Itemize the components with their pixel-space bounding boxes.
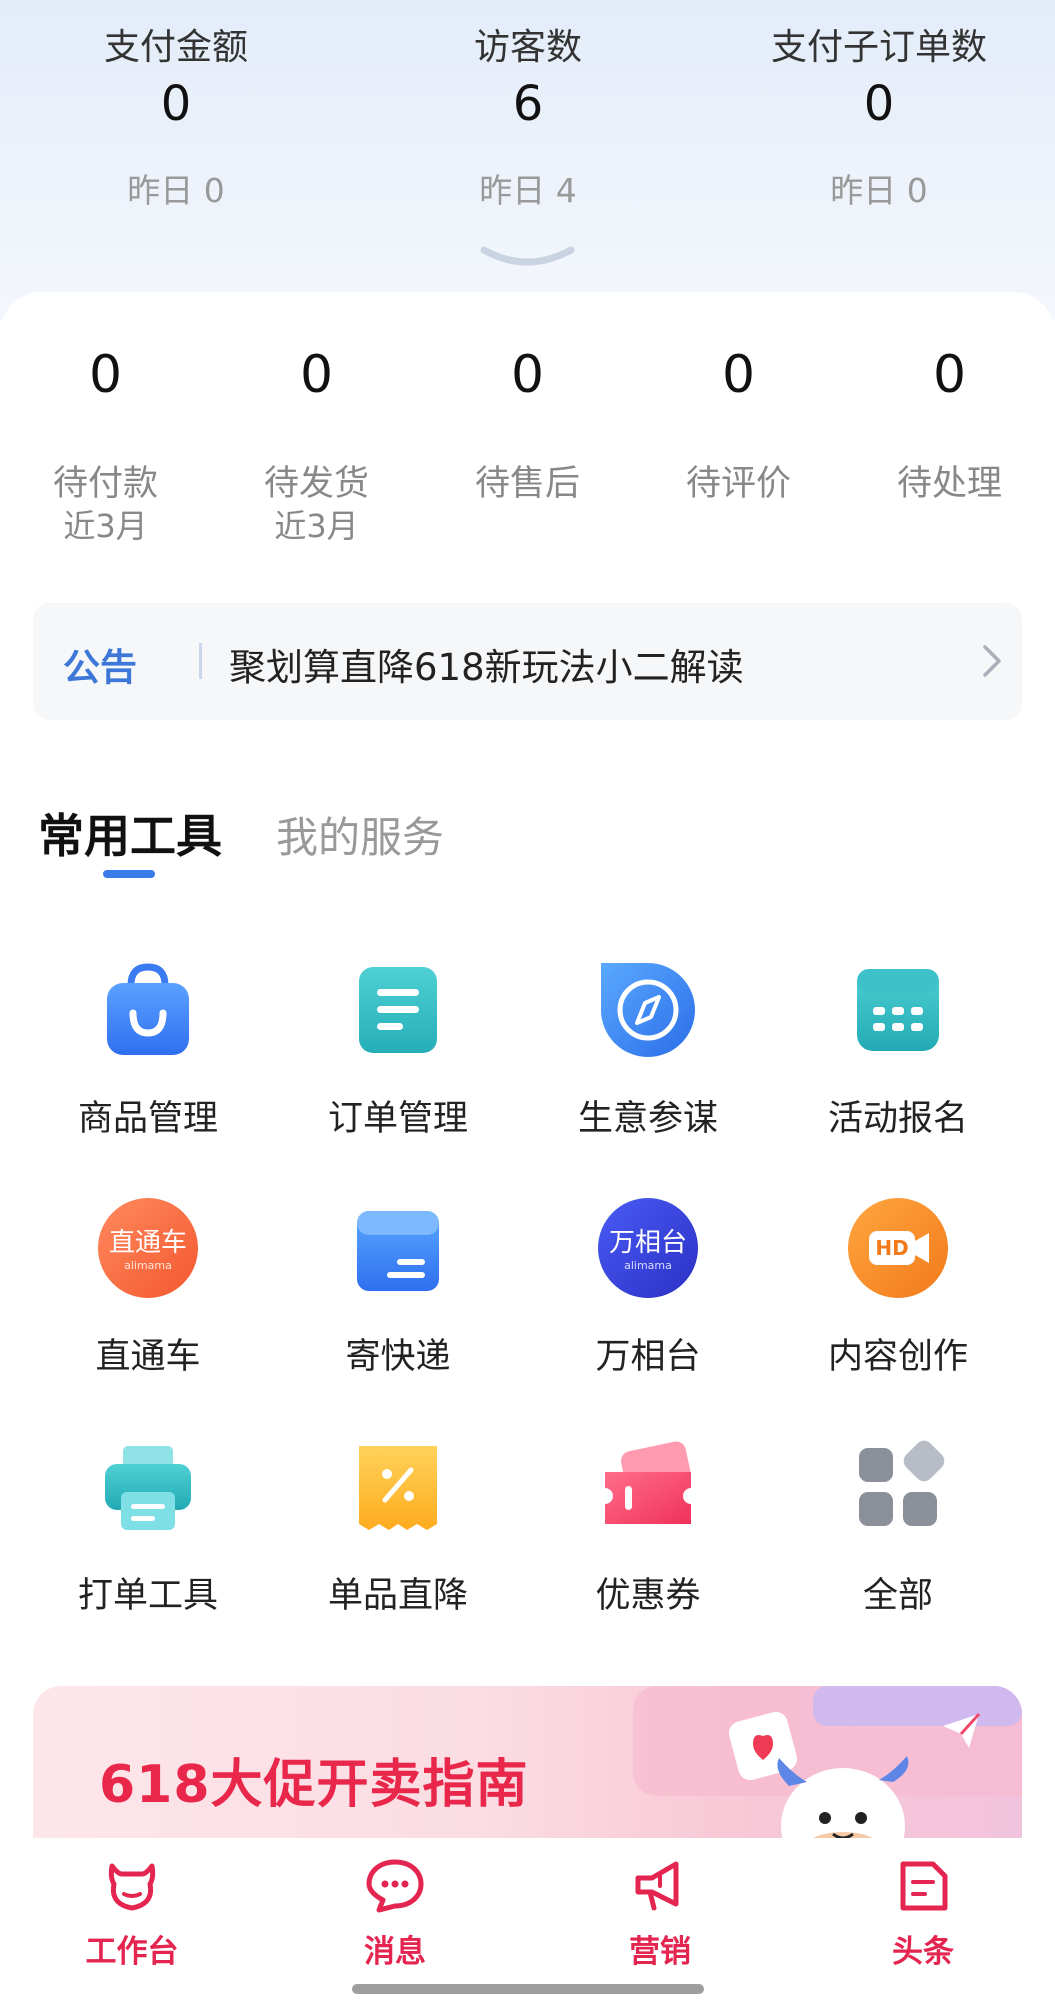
announcement-text: 聚划算直降618新玩法小二解读 [229, 646, 744, 689]
order-label: 待评价 [685, 464, 791, 504]
tool-single-item-discount[interactable]: 单品直降 [273, 1432, 523, 1632]
tool-label: 商品管理 [77, 1099, 218, 1139]
chevron-down-icon[interactable] [480, 244, 575, 274]
stat-yesterday: 昨日 0 [127, 171, 225, 210]
chevron-right-icon [983, 645, 1001, 677]
cow-head-icon [108, 1863, 156, 1911]
stat-yesterday: 昨日 0 [830, 171, 928, 210]
tool-event-signup[interactable]: 活动报名 [773, 955, 1023, 1155]
tool-all[interactable]: 全部 [773, 1432, 1023, 1632]
tool-label: 直通车 [95, 1337, 201, 1377]
tab-common-tools[interactable]: 常用工具 [38, 800, 222, 866]
coupon-icon [605, 1441, 691, 1524]
tool-coupon[interactable]: 优惠券 [523, 1432, 773, 1632]
tool-label: 万相台 [595, 1337, 701, 1377]
megaphone-icon [635, 1861, 679, 1911]
parcel-box-icon [357, 1211, 439, 1291]
tool-label: 全部 [862, 1576, 933, 1616]
tool-label: 优惠券 [595, 1576, 701, 1616]
tool-wxt[interactable]: 万相台 alimama 万相台 [523, 1193, 773, 1393]
order-count: 0 [88, 345, 123, 405]
stat-label: 支付子订单数 [770, 27, 987, 68]
hd-video-icon: HD [848, 1198, 948, 1298]
nav-label: 营销 [629, 1934, 691, 1970]
compass-icon [601, 963, 695, 1057]
order-count: 0 [510, 345, 545, 405]
logo-text: 万相台 [609, 1228, 687, 1258]
order-count: 0 [721, 345, 756, 405]
nav-label: 头条 [892, 1934, 954, 1970]
tool-label: 寄快递 [345, 1337, 451, 1377]
tab-my-services[interactable]: 我的服务 [276, 804, 444, 865]
divider [199, 643, 202, 679]
tool-label: 生意参谋 [577, 1099, 718, 1139]
announcement-bar[interactable]: 公告 聚划算直降618新玩法小二解读 [33, 603, 1022, 720]
tab-indicator [103, 870, 155, 878]
order-label: 待付款 [52, 464, 158, 504]
order-list-icon [359, 967, 437, 1053]
stat-value: 6 [512, 76, 544, 132]
tool-label: 活动报名 [827, 1099, 968, 1139]
stats-panel: 支付金额 0 昨日 0 访客数 6 昨日 4 支付子订单数 0 昨日 0 [0, 0, 1055, 320]
order-label: 待处理 [896, 464, 1002, 504]
order-label: 待发货 [263, 464, 369, 504]
nav-messages[interactable]: 消息 [310, 1856, 480, 1970]
order-count: 0 [932, 345, 967, 405]
tool-label: 内容创作 [827, 1337, 968, 1377]
home-indicator[interactable] [352, 1984, 704, 1994]
stat-label: 支付金额 [103, 27, 248, 68]
chat-bubble-icon [366, 1859, 424, 1913]
tool-print-labels[interactable]: 打单工具 [23, 1432, 273, 1632]
nav-workbench[interactable]: 工作台 [47, 1856, 217, 1970]
hd-text: HD [875, 1236, 908, 1260]
stat-label: 访客数 [473, 27, 582, 68]
stat-value: 0 [863, 76, 895, 132]
tool-label: 打单工具 [77, 1576, 218, 1616]
printer-icon [105, 1446, 191, 1530]
stat-value: 0 [160, 76, 192, 132]
nav-label: 消息 [364, 1934, 426, 1970]
order-label: 待售后 [474, 464, 580, 504]
tool-order-management[interactable]: 订单管理 [273, 955, 523, 1155]
bottom-navigation: 工作台 消息 营销 头条 [0, 1838, 1055, 2000]
banner-title: 618大促开卖指南 [99, 1755, 529, 1815]
announcement-tag: 公告 [63, 646, 137, 689]
logo-subtext: alimama [624, 1259, 672, 1272]
workbench-page: 支付金额 0 昨日 0 访客数 6 昨日 4 支付子订单数 0 昨日 0 0 待… [0, 0, 1055, 2000]
stat-yesterday: 昨日 4 [479, 171, 577, 210]
news-icon [900, 1861, 948, 1911]
logo-subtext: alimama [124, 1259, 172, 1272]
nav-label: 工作台 [85, 1934, 179, 1970]
order-count: 0 [299, 345, 334, 405]
tool-label: 单品直降 [327, 1576, 468, 1616]
tool-business-advisor[interactable]: 生意参谋 [523, 955, 773, 1155]
nav-headlines[interactable]: 头条 [838, 1856, 1008, 1970]
logo-text: 直通车 [109, 1228, 187, 1258]
wxt-logo-icon: 万相台 alimama [598, 1198, 698, 1298]
tool-product-management[interactable]: 商品管理 [23, 955, 273, 1155]
calendar-icon [857, 969, 939, 1051]
tool-content-creation[interactable]: HD 内容创作 [773, 1193, 1023, 1393]
order-sub: 近3月 [63, 507, 148, 545]
ztc-logo-icon: 直通车 alimama [98, 1198, 198, 1298]
discount-tag-icon [359, 1446, 437, 1530]
tool-label: 订单管理 [327, 1099, 468, 1139]
shopping-bag-icon [107, 963, 189, 1055]
nav-marketing[interactable]: 营销 [575, 1856, 745, 1970]
order-sub: 近3月 [274, 507, 359, 545]
all-apps-icon [859, 1440, 945, 1526]
tool-ztc[interactable]: 直通车 alimama 直通车 [23, 1193, 273, 1393]
tool-send-express[interactable]: 寄快递 [273, 1193, 523, 1393]
